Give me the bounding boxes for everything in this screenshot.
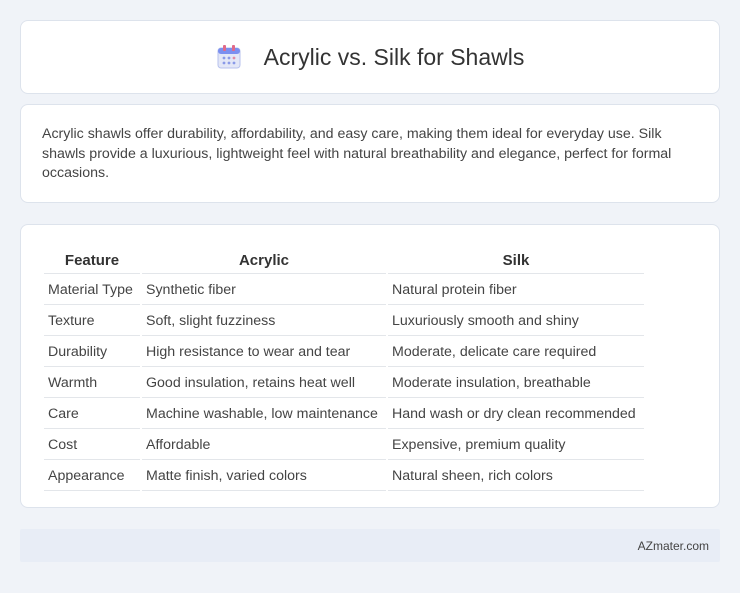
feature-cell: Texture	[44, 307, 140, 336]
silk-cell: Natural protein fiber	[388, 276, 644, 305]
table-row: Care Machine washable, low maintenance H…	[44, 400, 644, 429]
acrylic-cell: Good insulation, retains heat well	[142, 369, 386, 398]
acrylic-cell: Affordable	[142, 431, 386, 460]
acrylic-cell: Soft, slight fuzziness	[142, 307, 386, 336]
acrylic-cell: Matte finish, varied colors	[142, 462, 386, 491]
table-row: Appearance Matte finish, varied colors N…	[44, 462, 644, 491]
table-row: Texture Soft, slight fuzziness Luxurious…	[44, 307, 644, 336]
page-title: Acrylic vs. Silk for Shawls	[263, 43, 525, 70]
acrylic-cell: High resistance to wear and tear	[142, 338, 386, 367]
title-card: Acrylic vs. Silk for Shawls	[20, 20, 720, 94]
acrylic-cell: Machine washable, low maintenance	[142, 400, 386, 429]
header-acrylic: Acrylic	[142, 247, 386, 274]
table-row: Material Type Synthetic fiber Natural pr…	[44, 276, 644, 305]
calendar-icon	[216, 44, 242, 70]
comparison-card: Feature Acrylic Silk Material Type Synth…	[20, 224, 720, 508]
table-row: Warmth Good insulation, retains heat wel…	[44, 369, 644, 398]
silk-cell: Luxuriously smooth and shiny	[388, 307, 644, 336]
table-row: Cost Affordable Expensive, premium quali…	[44, 431, 644, 460]
feature-cell: Durability	[44, 338, 140, 367]
silk-cell: Hand wash or dry clean recommended	[388, 400, 644, 429]
acrylic-cell: Synthetic fiber	[142, 276, 386, 305]
feature-cell: Care	[44, 400, 140, 429]
intro-card: Acrylic shawls offer durability, afforda…	[20, 104, 720, 203]
comparison-table: Feature Acrylic Silk Material Type Synth…	[42, 245, 646, 493]
intro-text: Acrylic shawls offer durability, afforda…	[42, 126, 672, 181]
footer: AZmater.com	[20, 529, 720, 562]
silk-cell: Natural sheen, rich colors	[388, 462, 644, 491]
silk-cell: Expensive, premium quality	[388, 431, 644, 460]
feature-cell: Material Type	[44, 276, 140, 305]
table-row: Durability High resistance to wear and t…	[44, 338, 644, 367]
silk-cell: Moderate, delicate care required	[388, 338, 644, 367]
feature-cell: Cost	[44, 431, 140, 460]
header-silk: Silk	[388, 247, 644, 274]
footer-brand[interactable]: AZmater.com	[638, 539, 709, 553]
feature-cell: Appearance	[44, 462, 140, 491]
silk-cell: Moderate insulation, breathable	[388, 369, 644, 398]
header-feature: Feature	[44, 247, 140, 274]
feature-cell: Warmth	[44, 369, 140, 398]
table-header-row: Feature Acrylic Silk	[44, 247, 644, 274]
